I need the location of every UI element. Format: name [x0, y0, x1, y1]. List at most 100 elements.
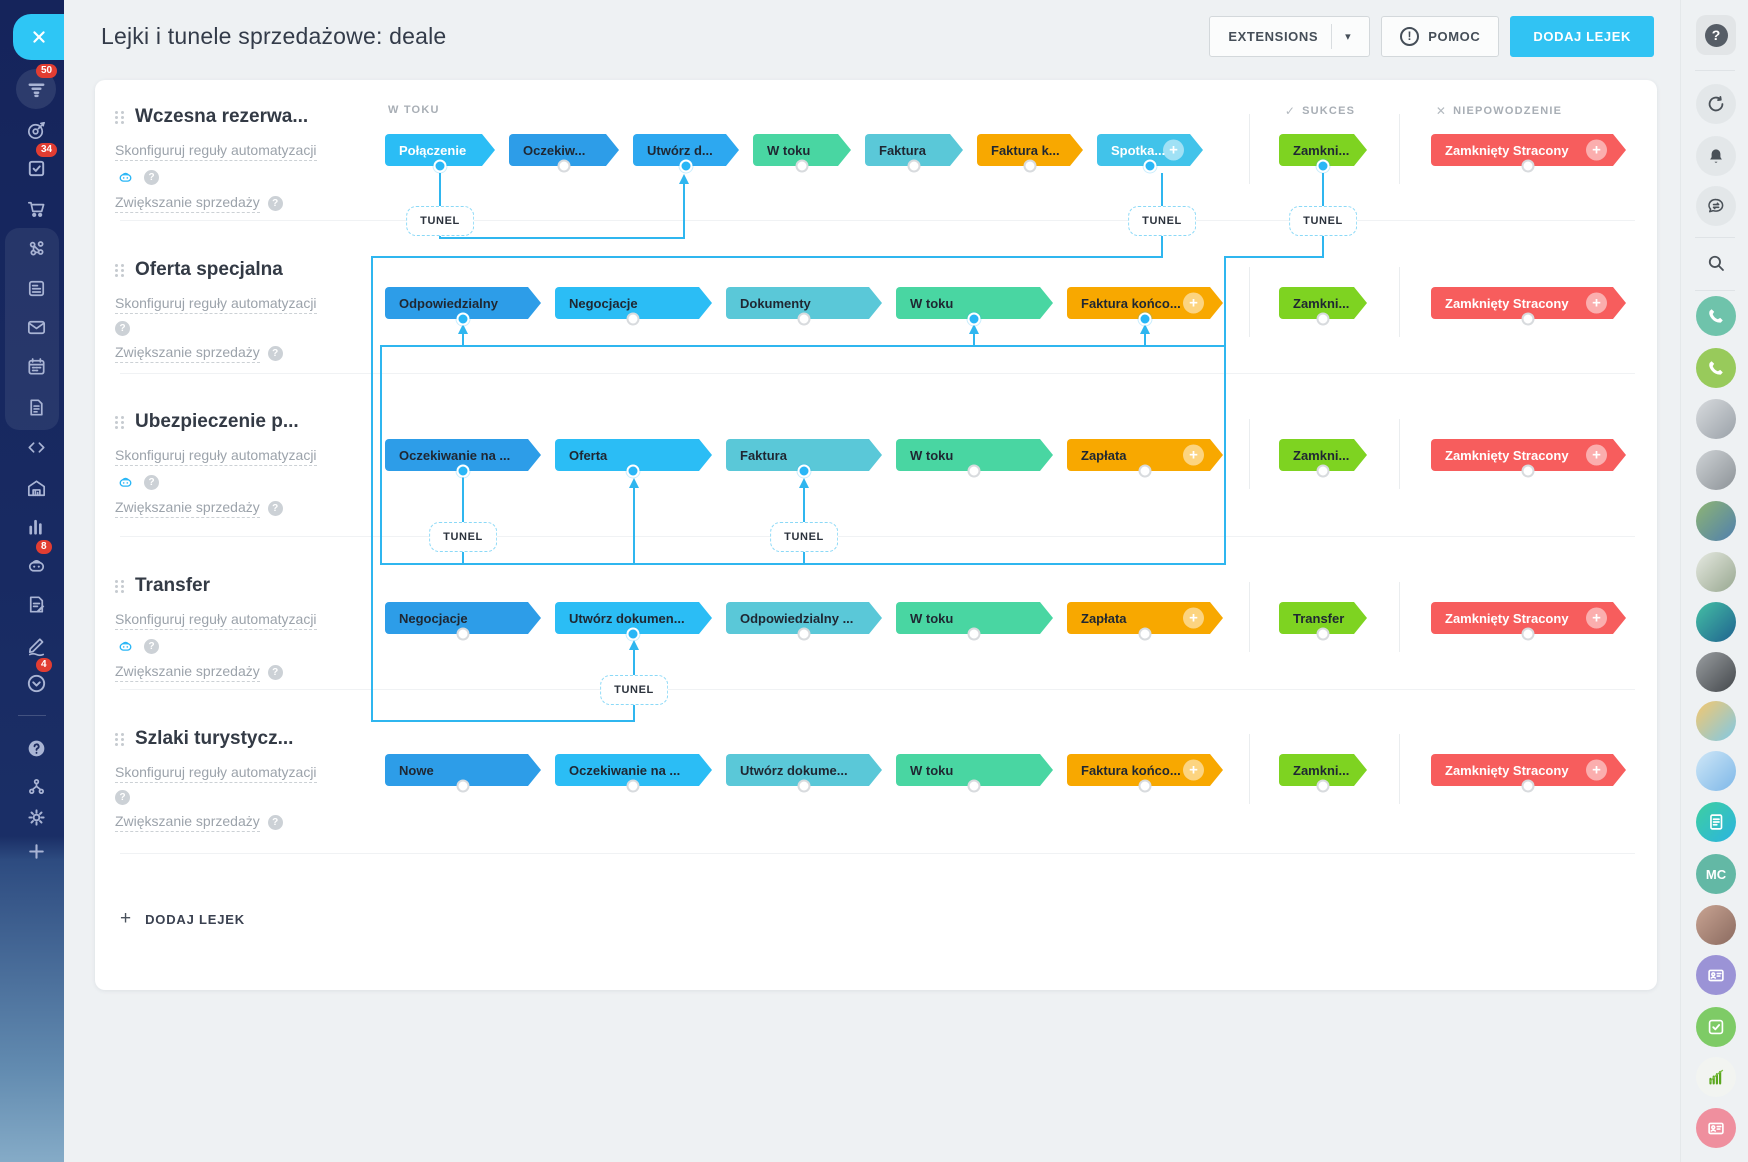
robot-icon[interactable]	[115, 637, 136, 655]
robot-icon[interactable]	[115, 473, 136, 491]
tunnel-badge[interactable]: TUNEL	[600, 675, 668, 705]
stage-connector-dot[interactable]	[1316, 628, 1329, 641]
stage-connector-dot[interactable]	[797, 780, 810, 793]
add-stage-icon[interactable]: +	[1586, 140, 1607, 161]
tunnel-badge[interactable]: TUNEL	[429, 522, 497, 552]
sidebar-item-company[interactable]	[16, 468, 56, 508]
chevron-down-icon[interactable]: ▾	[1345, 30, 1351, 43]
drag-handle-icon[interactable]	[115, 264, 124, 277]
sidebar-item-approvals[interactable]: 4	[16, 663, 56, 703]
avatar-chat-notes[interactable]	[1696, 802, 1736, 842]
call-button-teal[interactable]	[1696, 296, 1736, 336]
sidebar-item-shop[interactable]	[16, 188, 56, 228]
sidebar-item-feed[interactable]	[16, 268, 56, 308]
stage-connector-dot[interactable]	[1522, 465, 1535, 478]
sidebar-item-calendar[interactable]	[16, 346, 56, 386]
add-stage-icon[interactable]: +	[1183, 760, 1204, 781]
avatar-chat-city[interactable]	[1696, 501, 1736, 541]
configure-automation-link[interactable]: Skonfiguruj reguły automatyzacji	[115, 294, 317, 314]
stage-connector-dot[interactable]	[627, 313, 640, 326]
stage-connector-dot[interactable]	[1316, 313, 1329, 326]
stage-connector-dot[interactable]	[797, 628, 810, 641]
avatar-chat-aurora[interactable]	[1696, 602, 1736, 642]
stage-connector-dot[interactable]	[1316, 465, 1329, 478]
sidebar-item-sign[interactable]	[16, 625, 56, 665]
stage-connector-dot[interactable]	[433, 160, 446, 173]
stage-connector-dot[interactable]	[456, 628, 469, 641]
stage-connector-dot[interactable]	[456, 313, 469, 326]
help-hint-icon[interactable]: ?	[268, 665, 283, 680]
help-hint-icon[interactable]: ?	[268, 196, 283, 211]
avatar-chat-contacts-purple[interactable]	[1696, 955, 1736, 995]
funnel-name[interactable]: Wczesna rezerwa...	[135, 106, 308, 128]
help-hint-icon[interactable]: ?	[115, 321, 130, 336]
stage-connector-dot[interactable]	[1316, 780, 1329, 793]
avatar-chat-illustration-2[interactable]	[1696, 751, 1736, 791]
sidebar-item-analytics[interactable]	[16, 506, 56, 546]
add-stage-icon[interactable]: +	[1586, 293, 1607, 314]
stage-connector-dot[interactable]	[907, 160, 920, 173]
stage-connector-dot[interactable]	[1522, 313, 1535, 326]
help-hint-icon[interactable]: ?	[268, 815, 283, 830]
help-hint-icon[interactable]: ?	[144, 475, 159, 490]
funnel-name[interactable]: Ubezpieczenie p...	[135, 411, 299, 433]
stage-connector-dot[interactable]	[557, 160, 570, 173]
help-hint-icon[interactable]: ?	[144, 639, 159, 654]
stage-connector-dot[interactable]	[795, 160, 808, 173]
tunnel-badge[interactable]: TUNEL	[1128, 206, 1196, 236]
sidebar-item-crm[interactable]: 50	[16, 69, 56, 109]
stage-connector-dot[interactable]	[1522, 780, 1535, 793]
stage-connector-dot[interactable]	[1316, 160, 1329, 173]
avatar-user-2[interactable]	[1696, 450, 1736, 490]
add-funnel-link[interactable]: + DODAJ LEJEK	[120, 910, 245, 928]
add-funnel-button[interactable]: DODAJ LEJEK	[1510, 16, 1654, 57]
upsell-link[interactable]: Zwiększanie sprzedaży	[115, 343, 260, 363]
stage-connector-dot[interactable]	[968, 780, 981, 793]
stage-connector-dot[interactable]	[627, 780, 640, 793]
help-hint-icon[interactable]: ?	[115, 790, 130, 805]
stage-connector-dot[interactable]	[679, 160, 692, 173]
drag-handle-icon[interactable]	[115, 111, 124, 124]
add-stage-icon[interactable]: +	[1183, 293, 1204, 314]
drag-handle-icon[interactable]	[115, 580, 124, 593]
upsell-link[interactable]: Zwiększanie sprzedaży	[115, 193, 260, 213]
avatar-chat-street[interactable]	[1696, 652, 1736, 692]
upsell-link[interactable]: Zwiększanie sprzedaży	[115, 498, 260, 518]
avatar-chat-contacts-pink[interactable]	[1696, 1108, 1736, 1148]
configure-automation-link[interactable]: Skonfiguruj reguły automatyzacji	[115, 763, 317, 783]
sidebar-item-tasks[interactable]: 34	[16, 148, 56, 188]
stage-connector-dot[interactable]	[1023, 160, 1036, 173]
call-button-green[interactable]	[1696, 348, 1736, 388]
sidebar-item-add[interactable]	[16, 831, 56, 871]
configure-automation-link[interactable]: Skonfiguruj reguły automatyzacji	[115, 141, 317, 161]
avatar-user-1[interactable]	[1696, 399, 1736, 439]
search-icon[interactable]	[1696, 243, 1736, 283]
help-hint-icon[interactable]: ?	[268, 501, 283, 516]
avatar-user-3[interactable]	[1696, 905, 1736, 945]
stage-connector-dot[interactable]	[627, 628, 640, 641]
avatar-chat-office[interactable]	[1696, 552, 1736, 592]
sidebar-item-dev[interactable]	[16, 427, 56, 467]
stage-connector-dot[interactable]	[1138, 780, 1151, 793]
notifications-icon[interactable]	[1696, 136, 1736, 176]
stage-connector-dot[interactable]	[456, 780, 469, 793]
add-stage-icon[interactable]: +	[1183, 608, 1204, 629]
stage-connector-dot[interactable]	[968, 313, 981, 326]
sidebar-item-contracts[interactable]	[16, 584, 56, 624]
add-stage-icon[interactable]: +	[1586, 760, 1607, 781]
help-button[interactable]: ! POMOC	[1381, 16, 1499, 57]
extensions-button[interactable]: EXTENSIONS ▾	[1209, 16, 1370, 57]
upsell-link[interactable]: Zwiększanie sprzedaży	[115, 662, 260, 682]
helpdesk-button[interactable]: ?	[1696, 15, 1736, 55]
add-stage-icon[interactable]: +	[1586, 608, 1607, 629]
sidebar-item-mail[interactable]	[16, 307, 56, 347]
history-icon[interactable]	[1696, 84, 1736, 124]
tunnel-badge[interactable]: TUNEL	[406, 206, 474, 236]
stage-connector-dot[interactable]	[968, 628, 981, 641]
sidebar-item-docs[interactable]	[16, 387, 56, 427]
funnel-name[interactable]: Oferta specjalna	[135, 259, 283, 281]
sidebar-item-help[interactable]	[16, 728, 56, 768]
tunnel-badge[interactable]: TUNEL	[770, 522, 838, 552]
stage-connector-dot[interactable]	[968, 465, 981, 478]
add-stage-icon[interactable]: +	[1183, 445, 1204, 466]
